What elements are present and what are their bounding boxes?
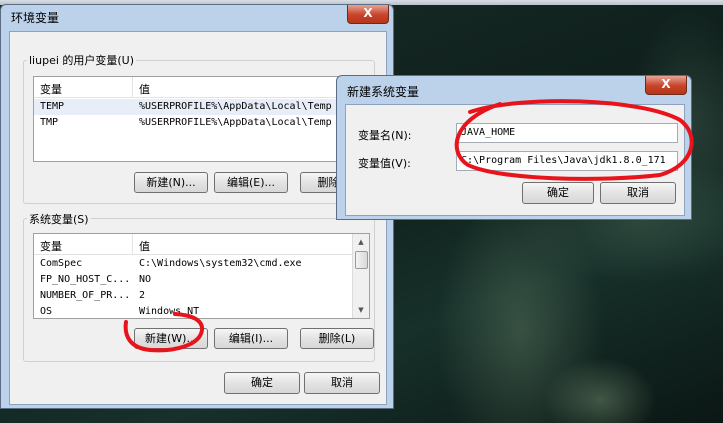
- variable-value: 2: [139, 290, 146, 301]
- environment-variables-dialog: 环境变量 X liupei 的用户变量(U) 变量 值 TEMP %USERPR…: [0, 4, 394, 409]
- column-header-value[interactable]: 值: [139, 238, 150, 254]
- variable-value: %USERPROFILE%\AppData\Local\Temp: [139, 101, 332, 112]
- table-row[interactable]: OS Windows_NT: [34, 304, 352, 318]
- user-edit-button[interactable]: 编辑(E)...: [214, 172, 288, 193]
- system-variables-label: 系统变量(S): [27, 211, 91, 227]
- cancel-button[interactable]: 取消: [304, 372, 380, 394]
- variable-value-label: 变量值(V):: [358, 157, 411, 170]
- cancel-button[interactable]: 取消: [600, 182, 676, 204]
- scroll-down-arrow-icon[interactable]: ▼: [353, 302, 369, 318]
- close-button[interactable]: X: [347, 5, 389, 24]
- variable-name: TMP: [40, 117, 59, 128]
- table-row[interactable]: FP_NO_HOST_C... NO: [34, 272, 352, 288]
- scroll-up-arrow-icon[interactable]: ▲: [353, 234, 369, 250]
- variable-value-field[interactable]: C:\Program Files\Java\jdk1.8.0_171: [456, 151, 678, 171]
- new-system-variable-dialog: 新建系统变量 X 变量名(N): JAVA_HOME 变量值(V): C:\Pr…: [336, 75, 692, 220]
- variable-value: Windows_NT: [139, 306, 200, 317]
- list-header: 变量 值: [34, 234, 352, 255]
- ok-button[interactable]: 确定: [224, 372, 300, 394]
- dialog-title: 环境变量: [11, 11, 60, 25]
- system-edit-button[interactable]: 编辑(I)...: [214, 328, 288, 349]
- table-row[interactable]: TMP %USERPROFILE%\AppData\Local\Temp: [34, 115, 382, 131]
- variable-name: FP_NO_HOST_C...: [40, 274, 131, 285]
- variable-value: %USERPROFILE%\AppData\Local\Temp: [139, 117, 332, 128]
- variable-name: OS: [40, 306, 53, 317]
- column-header-value[interactable]: 值: [139, 81, 150, 97]
- variable-name: NUMBER_OF_PR...: [40, 290, 131, 301]
- dialog-body: liupei 的用户变量(U) 变量 值 TEMP %USERPROFILE%\…: [9, 31, 387, 405]
- column-header-variable[interactable]: 变量: [40, 238, 62, 254]
- close-button[interactable]: X: [645, 76, 687, 95]
- ok-button[interactable]: 确定: [522, 182, 594, 204]
- list-header: 变量 值: [34, 77, 382, 98]
- variable-name-label: 变量名(N):: [358, 129, 412, 142]
- variable-value: NO: [139, 274, 152, 285]
- vertical-scrollbar[interactable]: ▲ ▼: [352, 234, 369, 318]
- system-delete-button[interactable]: 删除(L): [300, 328, 374, 349]
- system-variables-list[interactable]: 变量 值 ComSpec C:\Windows\system32\cmd.exe…: [33, 233, 370, 319]
- table-row[interactable]: ComSpec C:\Windows\system32\cmd.exe: [34, 256, 352, 272]
- table-row[interactable]: TEMP %USERPROFILE%\AppData\Local\Temp: [34, 99, 382, 115]
- user-new-button[interactable]: 新建(N)...: [134, 172, 208, 193]
- column-header-variable[interactable]: 变量: [40, 81, 62, 97]
- dialog-title: 新建系统变量: [347, 85, 420, 99]
- user-variables-list[interactable]: 变量 值 TEMP %USERPROFILE%\AppData\Local\Te…: [33, 76, 383, 162]
- variable-value: C:\Windows\system32\cmd.exe: [139, 258, 302, 269]
- table-row[interactable]: NUMBER_OF_PR... 2: [34, 288, 352, 304]
- variable-name-field[interactable]: JAVA_HOME: [456, 123, 678, 143]
- scroll-thumb[interactable]: [355, 251, 368, 269]
- user-variables-label: liupei 的用户变量(U): [27, 52, 137, 68]
- variable-name: ComSpec: [40, 258, 83, 269]
- system-new-button[interactable]: 新建(W)...: [134, 328, 208, 349]
- variable-name: TEMP: [40, 101, 65, 112]
- dialog-body: 变量名(N): JAVA_HOME 变量值(V): C:\Program Fil…: [345, 104, 685, 216]
